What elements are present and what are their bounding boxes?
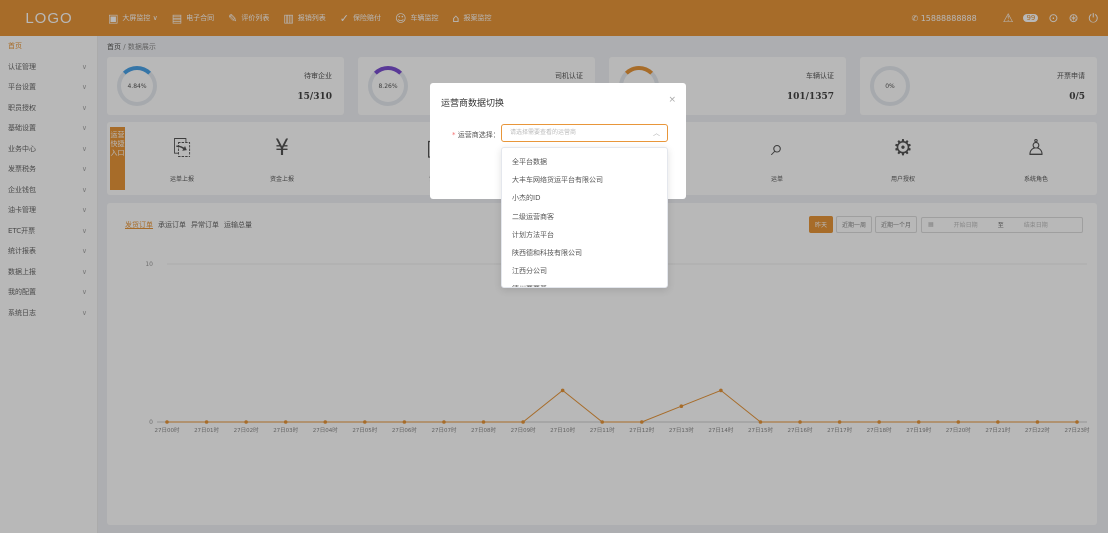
dialog-title: 运营商数据切换 [441, 99, 505, 109]
operator-select-placeholder: 请选择需要查看的运营商 [510, 129, 577, 136]
operator-option[interactable]: 全平台数据 [502, 153, 667, 171]
operator-option[interactable]: 江西分公司 [502, 262, 667, 280]
required-mark: * [452, 131, 456, 139]
operator-option[interactable]: 大丰车网络货运平台有限公司 [502, 171, 667, 189]
operator-option[interactable]: 小杰的ID [502, 189, 667, 207]
operator-option[interactable]: 德州要要基 [502, 280, 667, 287]
operator-option[interactable]: 二级运营商客 [502, 208, 667, 226]
operator-option[interactable]: 计划方法平台 [502, 226, 667, 244]
operator-select[interactable]: 请选择需要查看的运营商 ︿ [501, 124, 668, 142]
chevron-up-icon: ︿ [653, 129, 660, 137]
operator-label-text: 运营商选择： [457, 131, 500, 139]
operator-dropdown: 全平台数据 大丰车网络货运平台有限公司 小杰的ID 二级运营商客 计划方法平台 陕西德和科… [501, 147, 668, 288]
close-icon[interactable]: × [668, 95, 676, 105]
operator-field-label: * 运营商选择： [452, 130, 500, 140]
operator-option[interactable]: 陕西德和科技有限公司 [502, 244, 667, 262]
